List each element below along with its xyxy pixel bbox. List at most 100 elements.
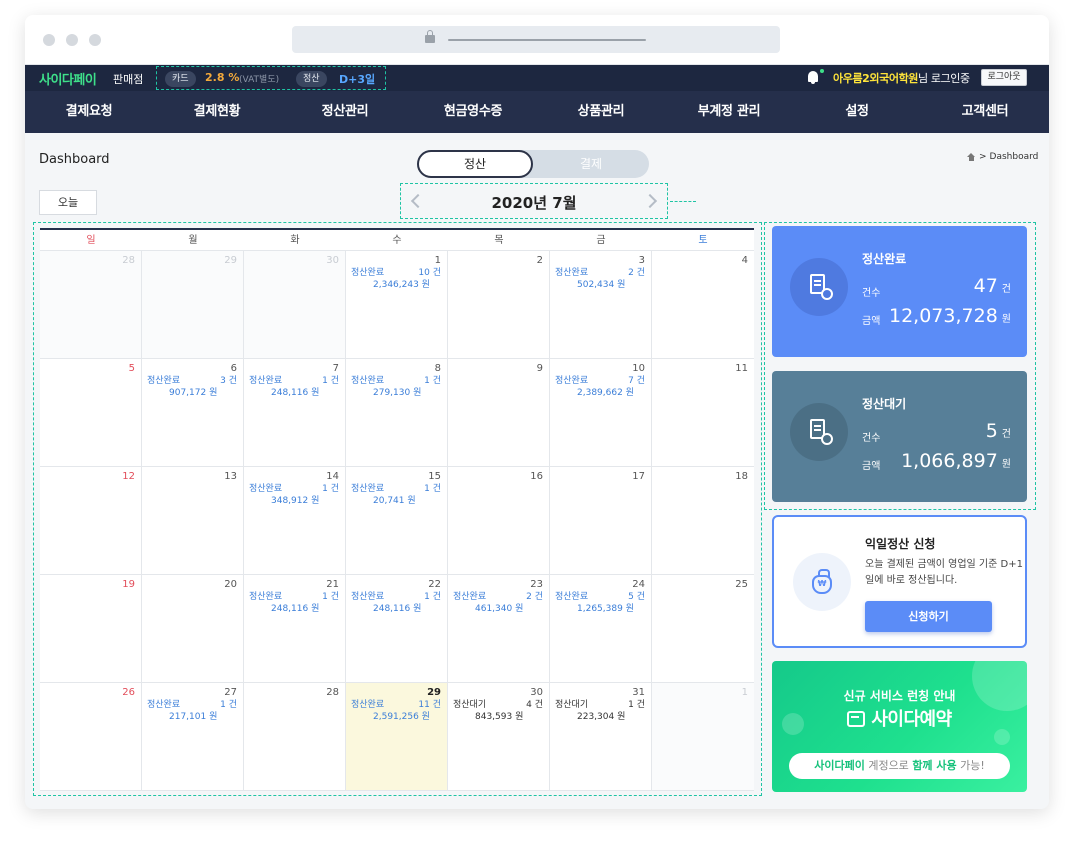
settled-count: 47 건: [973, 275, 1011, 297]
calendar-day[interactable]: 27 정산완료 1 건 217,101 원: [142, 683, 244, 791]
weekday-fri: 금: [596, 235, 606, 246]
browser-chrome: [25, 15, 1049, 65]
calendar-day[interactable]: 17: [550, 467, 652, 575]
calendar-day[interactable]: 9: [448, 359, 550, 467]
calendar-day[interactable]: 23 정산완료 2 건 461,340 원: [448, 575, 550, 683]
settlement-entry[interactable]: 정산완료 1 건 248,116 원: [249, 375, 339, 399]
calendar-day[interactable]: 31 정산대기 1 건 223,304 원: [550, 683, 652, 791]
entry-count: 1 건: [424, 484, 441, 494]
calendar-day[interactable]: 10 정산완료 7 건 2,389,662 원: [550, 359, 652, 467]
settle-cycle: D+3일: [339, 73, 376, 86]
nav-cash-receipt[interactable]: 현금영수증: [409, 91, 537, 133]
login-status: 님 로그인중: [918, 72, 970, 85]
calendar-day[interactable]: 21 정산완료 1 건 248,116 원: [244, 575, 346, 683]
calendar-day[interactable]: 6 정산완료 3 건 907,172 원: [142, 359, 244, 467]
day-number: 26: [122, 687, 135, 698]
calendar-day[interactable]: 25: [652, 575, 754, 683]
pending-amount: 1,066,897 원: [901, 450, 1011, 472]
settlement-entry[interactable]: 정산완료 1 건 279,130 원: [351, 375, 441, 399]
calendar-day[interactable]: 3 정산완료 2 건 502,434 원: [550, 251, 652, 359]
settlement-entry[interactable]: 정산완료 1 건 248,116 원: [351, 591, 441, 615]
calendar-day[interactable]: 22 정산완료 1 건 248,116 원: [346, 575, 448, 683]
calendar-day[interactable]: 2: [448, 251, 550, 359]
logout-button[interactable]: 로그아웃: [981, 69, 1027, 86]
calendar-day[interactable]: 1: [652, 683, 754, 791]
nav-payment-status[interactable]: 결제현황: [153, 91, 281, 133]
day-number: 29: [427, 687, 441, 698]
settlement-entry[interactable]: 정산완료 5 건 1,265,389 원: [555, 591, 645, 615]
settlement-entry[interactable]: 정산완료 3 건 907,172 원: [147, 375, 237, 399]
next-day-title: 익일정산 신청: [865, 537, 936, 551]
calendar-day-today[interactable]: 29 정산완료 11 건 2,591,256 원: [346, 683, 448, 791]
nav-payment-request[interactable]: 결제요청: [25, 91, 153, 133]
banner-pill[interactable]: 사이다페이 계정으로 함께 사용 가능!: [789, 753, 1010, 779]
address-bar[interactable]: [292, 26, 780, 53]
calendar-day[interactable]: 1 정산완료 10 건 2,346,243 원: [346, 251, 448, 359]
calendar-day[interactable]: 18: [652, 467, 754, 575]
home-icon[interactable]: [967, 153, 976, 161]
entry-amount: 217,101 원: [169, 712, 218, 722]
calendar-day[interactable]: 29: [142, 251, 244, 359]
calendar-day[interactable]: 26: [40, 683, 142, 791]
window-close-dot[interactable]: [43, 34, 55, 46]
calendar-day[interactable]: 8 정산완료 1 건 279,130 원: [346, 359, 448, 467]
toggle-settlement[interactable]: 정산: [417, 150, 533, 178]
pending-summary-card[interactable]: 정산대기 건수 5건 금액 1,066,897 원: [772, 371, 1027, 502]
calendar-day[interactable]: 15 정산완료 1 건 20,741 원: [346, 467, 448, 575]
card-title: 정산대기: [862, 397, 907, 411]
calendar-day[interactable]: 16: [448, 467, 550, 575]
settlement-entry[interactable]: 정산완료 7 건 2,389,662 원: [555, 375, 645, 399]
brand-logo[interactable]: 사이다페이: [39, 69, 97, 88]
settlement-entry[interactable]: 정산완료 2 건 502,434 원: [555, 267, 645, 291]
next-day-settlement-panel: ₩ 익일정산 신청 오늘 결제된 금액이 영업일 기준 D+1일에 바로 정산됩…: [772, 515, 1027, 648]
entry-amount: 248,116 원: [373, 604, 422, 614]
url-placeholder-line: [448, 39, 646, 41]
settlement-entry[interactable]: 정산완료 1 건 348,912 원: [249, 483, 339, 507]
settlement-entry[interactable]: 정산완료 2 건 461,340 원: [453, 591, 543, 615]
calendar-day[interactable]: 13: [142, 467, 244, 575]
settlement-entry[interactable]: 정산완료 1 건 217,101 원: [147, 699, 237, 723]
window-maximize-dot[interactable]: [89, 34, 101, 46]
settlement-entry[interactable]: 정산대기 4 건 843,593 원: [453, 699, 543, 723]
calendar-day[interactable]: 28: [40, 251, 142, 359]
calendar-day[interactable]: 4: [652, 251, 754, 359]
calendar-day[interactable]: 30 정산대기 4 건 843,593 원: [448, 683, 550, 791]
settlement-entry[interactable]: 정산완료 11 건 2,591,256 원: [351, 699, 441, 723]
entry-status: 정산완료: [555, 376, 589, 386]
settlement-entry[interactable]: 정산완료 1 건 20,741 원: [351, 483, 441, 507]
calendar-day[interactable]: 19: [40, 575, 142, 683]
bell-icon[interactable]: [808, 71, 818, 84]
calendar-day[interactable]: 24 정산완료 5 건 1,265,389 원: [550, 575, 652, 683]
nav-products[interactable]: 상품관리: [537, 91, 665, 133]
breadcrumb-current: Dashboard: [989, 152, 1039, 162]
view-toggle[interactable]: 정산 결제: [417, 150, 649, 178]
today-button[interactable]: 오늘: [39, 190, 97, 215]
promo-banner[interactable]: 신규 서비스 런칭 안내 사이다예약 사이다페이 계정으로 함께 사용 가능!: [772, 661, 1027, 792]
calendar-day[interactable]: 20: [142, 575, 244, 683]
nav-settings[interactable]: 설정: [793, 91, 921, 133]
entry-status: 정산완료: [249, 376, 283, 386]
day-number: 24: [632, 579, 645, 590]
settled-summary-card[interactable]: 정산완료 건수 47 건 금액 12,073,728 원: [772, 226, 1027, 357]
calendar-day[interactable]: 7 정산완료 1 건 248,116 원: [244, 359, 346, 467]
nav-settlement[interactable]: 정산관리: [281, 91, 409, 133]
calendar-day[interactable]: 14 정산완료 1 건 348,912 원: [244, 467, 346, 575]
settlement-entry[interactable]: 정산완료 1 건 248,116 원: [249, 591, 339, 615]
calendar-day[interactable]: 30: [244, 251, 346, 359]
apply-button[interactable]: 신청하기: [865, 601, 992, 632]
settlement-entry[interactable]: 정산대기 1 건 223,304 원: [555, 699, 645, 723]
calendar-day[interactable]: 11: [652, 359, 754, 467]
weekday-thu: 목: [494, 235, 504, 246]
window-minimize-dot[interactable]: [66, 34, 78, 46]
calendar-day[interactable]: 12: [40, 467, 142, 575]
day-number: 29: [224, 255, 237, 266]
calendar-day[interactable]: 5: [40, 359, 142, 467]
settlement-calendar: 일 월 화 수 목 금 토 28 29 30 1 정산완료 10 건 2,346,243 원…: [40, 228, 754, 791]
toggle-payment[interactable]: 결제: [533, 150, 649, 178]
entry-amount: 461,340 원: [475, 604, 524, 614]
nav-support[interactable]: 고객센터: [921, 91, 1049, 133]
settlement-entry[interactable]: 정산완료 10 건 2,346,243 원: [351, 267, 441, 291]
pending-count: 5건: [985, 420, 1011, 442]
calendar-day[interactable]: 28: [244, 683, 346, 791]
nav-sub-accounts[interactable]: 부계정 관리: [665, 91, 793, 133]
